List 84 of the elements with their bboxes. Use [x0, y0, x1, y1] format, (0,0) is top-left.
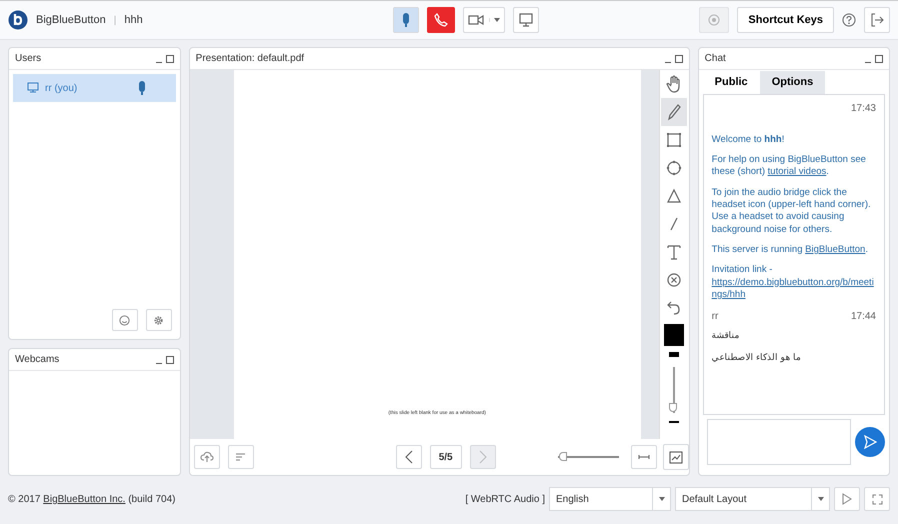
user-name: rr (you) — [45, 82, 78, 96]
chat-message: To join the audio bridge click the headset icon (upper-left hand corner). Use a headset to avoid causing background noise for others. — [712, 186, 872, 236]
help-icon[interactable] — [842, 13, 856, 27]
separator: | — [114, 14, 116, 28]
slider-thumb[interactable] — [558, 452, 567, 460]
fullscreen-button[interactable] — [864, 487, 890, 511]
copyright-text: © 2017 BigBlueButton Inc. (build 704) — [8, 492, 176, 506]
settings-icon — [153, 314, 164, 326]
chat-message: For help on using BigBlueButton see these (short) tutorial videos. — [712, 154, 867, 179]
page-indicator: 5/5 — [430, 445, 462, 469]
monitor-icon — [519, 12, 533, 28]
ellipse-icon — [666, 160, 682, 176]
layout-select[interactable]: Default Layout — [675, 487, 830, 511]
sender-name: rr — [712, 310, 718, 324]
record-icon — [708, 14, 720, 26]
link[interactable]: BigBlueButton — [805, 244, 866, 255]
line-icon — [669, 216, 680, 232]
play-icon — [842, 493, 852, 505]
chat-message: ما هو الذكاء الاصطناعي — [712, 350, 802, 364]
language-select[interactable]: English — [549, 487, 671, 511]
chat-message: This server is running BigBlueButton. — [712, 244, 869, 256]
caret-icon — [489, 18, 500, 22]
phone-icon — [434, 12, 448, 28]
company-link[interactable]: BigBlueButton Inc. — [43, 494, 126, 504]
message-time: 17:44 — [850, 310, 876, 324]
maximize-icon[interactable] — [875, 54, 883, 62]
brand-name: BigBlueButton — [36, 12, 106, 28]
panel-title: Presentation: default.pdf — [196, 52, 304, 66]
microphone-button[interactable] — [393, 7, 419, 33]
chevron-right-icon — [478, 450, 487, 464]
multi-user-button[interactable] — [662, 444, 689, 470]
panel-title: Users — [15, 52, 42, 66]
hand-icon — [666, 75, 682, 93]
panel-title: Chat — [704, 52, 726, 66]
upload-button[interactable] — [194, 445, 220, 469]
link[interactable]: tutorial videos — [768, 166, 826, 178]
thickness-preview — [669, 352, 680, 357]
list-button[interactable] — [228, 445, 254, 469]
maximize-icon[interactable] — [166, 356, 174, 364]
thickness-marker — [669, 421, 680, 423]
clear-icon — [666, 272, 682, 288]
apply-layout-button[interactable] — [834, 487, 860, 511]
smiley-icon — [119, 314, 130, 326]
audio-status: [ WebRTC Audio ] — [465, 492, 545, 506]
pencil-tool[interactable] — [661, 98, 688, 126]
logo-icon — [8, 10, 28, 30]
previous-slide-button[interactable] — [396, 445, 422, 469]
shortcut-keys-button[interactable]: Shortcut Keys — [737, 7, 834, 33]
invitation-link[interactable]: https://demo.bigbluebutton.org/b/meetings/hhh — [712, 276, 876, 302]
maximize-icon[interactable] — [166, 54, 174, 62]
settings-button[interactable] — [146, 309, 172, 331]
pencil-icon — [666, 103, 682, 121]
logout-icon — [870, 13, 884, 27]
hang-up-button[interactable] — [427, 7, 455, 33]
emoji-button[interactable] — [112, 309, 138, 331]
list-icon — [235, 452, 246, 462]
chevron-left-icon — [404, 450, 413, 464]
horizontal-arrows-icon — [638, 454, 650, 460]
logout-button[interactable] — [864, 7, 890, 33]
chat-message: Invitation link - https://demo.bigbluebutton.org/b/meetings/hhh — [712, 264, 876, 302]
cloud-upload-icon — [200, 451, 214, 463]
camera-button[interactable] — [463, 7, 505, 33]
color-swatch[interactable] — [664, 324, 684, 346]
maximize-icon[interactable] — [674, 54, 683, 62]
panel-title: Webcams — [15, 353, 60, 367]
fullscreen-icon — [872, 494, 882, 504]
text-icon — [667, 244, 682, 260]
fit-width-button[interactable] — [630, 445, 657, 469]
microphone-icon — [401, 12, 411, 28]
chat-message: Welcome to hhh! — [712, 134, 786, 146]
chat-tab[interactable]: Options — [760, 71, 826, 94]
message-input-field[interactable] — [706, 419, 851, 465]
rectangle-icon — [666, 132, 682, 148]
chat-message: مناقشة — [712, 329, 740, 342]
send-button[interactable] — [855, 427, 885, 457]
microphone-icon — [137, 80, 147, 96]
screen-share-button[interactable] — [513, 7, 539, 33]
monitor-icon — [27, 80, 39, 96]
undo-icon — [667, 300, 682, 316]
meeting-name: hhh — [124, 12, 143, 28]
slider-thumb[interactable] — [669, 403, 678, 412]
message-time: 17:43 — [850, 102, 876, 116]
send-icon — [863, 435, 877, 449]
triangle-icon — [666, 188, 682, 204]
